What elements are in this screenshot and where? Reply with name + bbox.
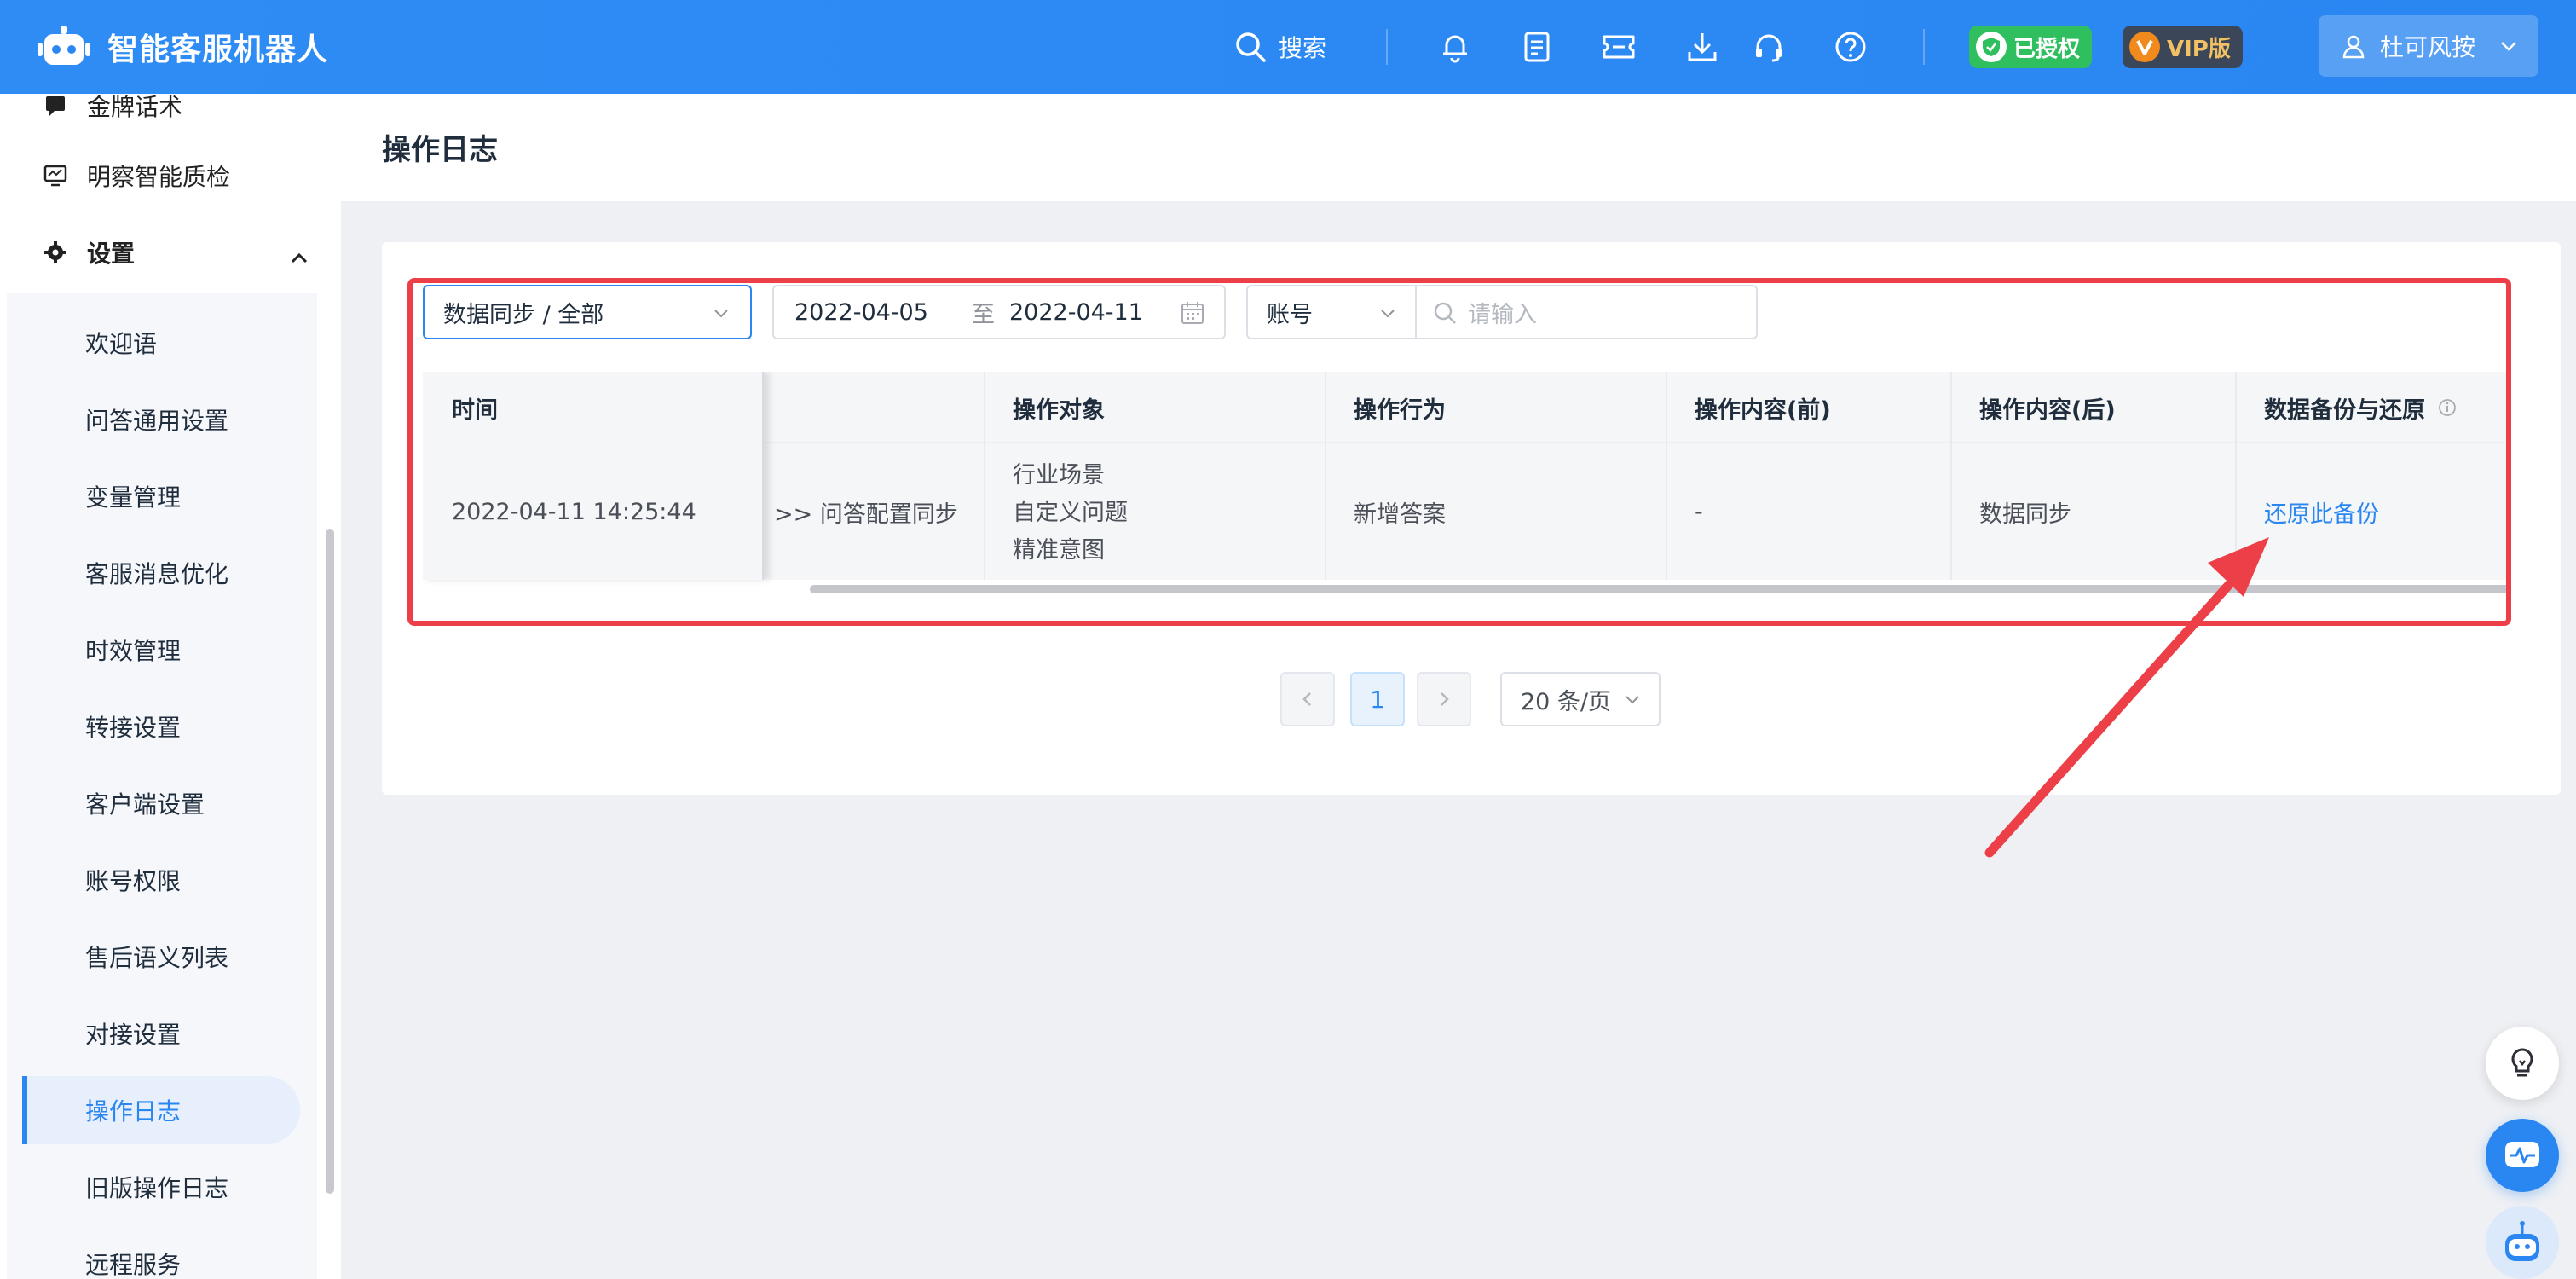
chevron-down-icon (1626, 696, 1639, 704)
chevron-left-icon (1302, 692, 1311, 706)
next-page-button[interactable] (1417, 672, 1471, 726)
assistant-float-button[interactable] (2486, 1206, 2559, 1279)
monitor-float-button[interactable] (2486, 1119, 2559, 1192)
heartbeat-icon (2505, 1142, 2539, 1167)
page-size-select[interactable]: 20 条/页 (1500, 672, 1661, 726)
page-number-current[interactable]: 1 (1350, 672, 1405, 726)
robot-assistant-icon (2505, 1221, 2539, 1261)
prev-page-button[interactable] (1280, 672, 1335, 726)
tips-float-button[interactable] (2486, 1027, 2559, 1100)
lightbulb-icon (2511, 1048, 2533, 1077)
annotation-arrow (1984, 537, 2269, 858)
page-size-value: 20 条/页 (1521, 688, 1612, 715)
chevron-right-icon (1441, 692, 1449, 706)
